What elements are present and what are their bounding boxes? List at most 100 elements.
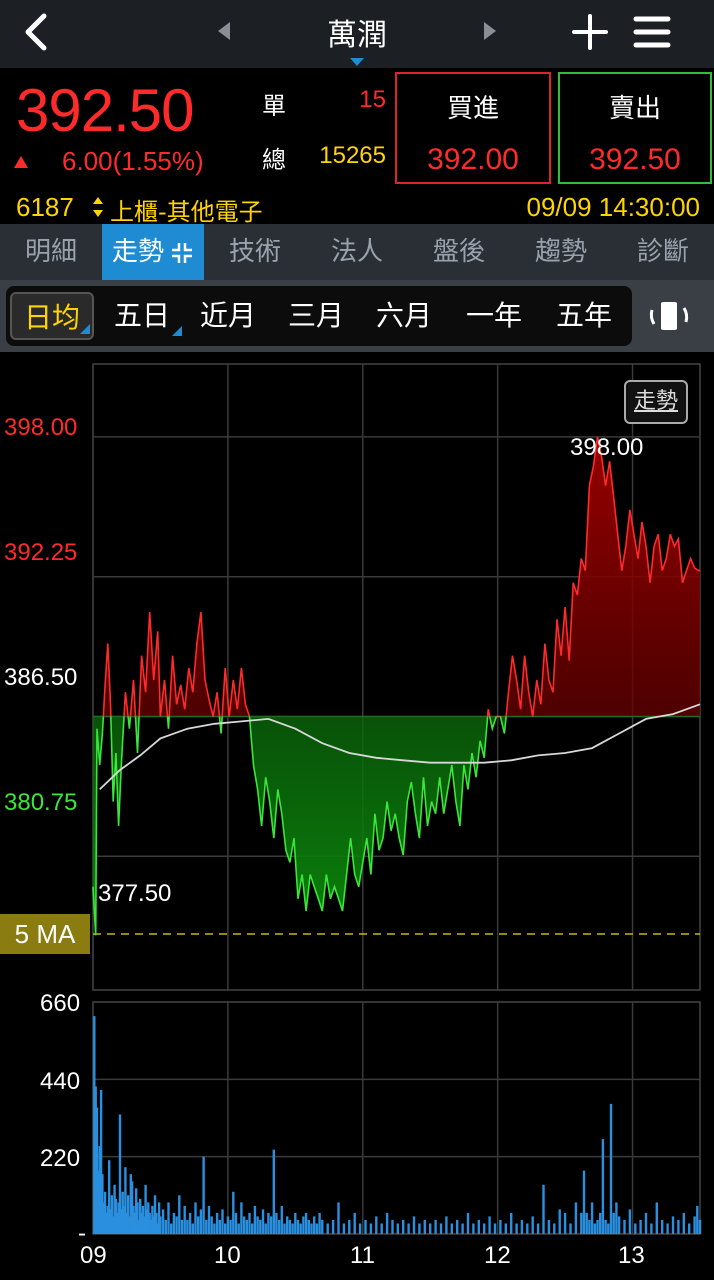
x-tick-label: 10 [214,1242,241,1269]
volume-bar [666,1223,669,1234]
quote-timestamp: 09/09 14:30:00 [526,192,701,222]
period-6month[interactable]: 六月 [362,292,446,340]
period-selector: 日均 五日 近月 三月 六月 一年 五年 [6,286,632,346]
volume-bar [580,1212,583,1234]
volume-bar [609,1103,613,1234]
volume-bar [623,1219,626,1234]
title-dropdown-caret-icon[interactable] [350,58,364,66]
volume-bar [210,1216,213,1234]
rotate-screen-icon[interactable] [646,294,692,338]
volume-bar [221,1209,224,1234]
period-3month[interactable]: 三月 [274,292,358,340]
volume-bar [240,1202,243,1234]
volume-bar [277,1219,281,1234]
volume-bar [164,1219,167,1234]
menu-icon[interactable] [632,12,672,52]
tab-trend[interactable]: 走勢 [102,224,204,280]
volume-bar [337,1202,340,1234]
volume-bar [161,1209,165,1234]
next-stock-icon[interactable] [480,20,500,42]
volume-bar [348,1219,351,1234]
period-5year[interactable]: 五年 [542,292,626,340]
period-intraday[interactable]: 日均 [10,292,94,340]
volume-bar [283,1223,286,1234]
volume-bar [159,1216,162,1234]
tab-diagnosis[interactable]: 診斷 [612,224,714,280]
volume-bar [655,1202,658,1234]
sell-button[interactable]: 賣出 392.50 [558,72,712,184]
stock-app: 萬潤 392.50 6.00(1.55%) 單 15 總 15265 買進 39… [0,0,714,1280]
tab-technical[interactable]: 技術 [204,224,306,280]
intraday-chart[interactable]: 398.00 392.25 386.50 380.75 走勢 398.00 37… [0,352,714,1280]
volume-bar [256,1216,259,1234]
volume-bar [207,1205,211,1234]
volume-bar [596,1219,599,1234]
volume-bar [661,1219,664,1234]
volume-bar [178,1195,181,1234]
bid-price: 392.00 [427,143,519,176]
volume-bar [483,1223,486,1234]
y-tick-label: 386.50 [4,664,78,691]
period-5day[interactable]: 五日 [100,292,184,340]
volume-bar [585,1212,588,1234]
volume-bar [612,1212,615,1234]
volume-bar [280,1205,283,1234]
volume-bar [358,1223,362,1234]
volume-bar [418,1223,421,1234]
compress-icon[interactable] [170,241,194,265]
volume-bar [466,1212,470,1234]
volume-bar [456,1219,459,1234]
volume-bar [272,1149,275,1234]
volume-bar [563,1212,567,1234]
updown-arrow-icon [93,197,103,217]
volume-bar [321,1219,324,1234]
volume-bar [536,1223,540,1234]
volume-bar [291,1223,294,1234]
volume-bar [582,1170,586,1234]
volume-bar [226,1216,230,1234]
volume-bar [547,1219,551,1234]
volume-bar [439,1223,443,1234]
volume-bar [639,1219,642,1234]
volume-bar [385,1212,389,1234]
add-watchlist-icon[interactable] [570,12,610,52]
period-1year[interactable]: 一年 [452,292,536,340]
volume-bar [331,1219,335,1234]
previous-stock-icon[interactable] [214,20,234,42]
volume-bar [607,1223,610,1234]
volume-bar [224,1223,227,1234]
volume-bar [504,1223,507,1234]
volume-bar [191,1223,194,1234]
volume-bar [205,1219,208,1234]
low-annotation: 377.50 [98,880,172,907]
volume-bar [698,1219,702,1234]
volume-bar [269,1216,273,1234]
tab-trends[interactable]: 趨勢 [510,224,612,280]
buy-button[interactable]: 買進 392.00 [395,72,551,184]
tab-institutional[interactable]: 法人 [306,224,408,280]
volume-bar [180,1219,184,1234]
tab-after-hours[interactable]: 盤後 [408,224,510,280]
volume-bar [234,1212,238,1234]
last-price: 392.50 [16,77,195,144]
volume-bar [412,1216,416,1234]
volume-bar [677,1219,680,1234]
volume-bar [634,1223,637,1234]
volume-bar [423,1219,426,1234]
market-category: 上櫃-其他電子 [110,198,263,226]
volume-bar [499,1219,502,1234]
period-1month[interactable]: 近月 [186,292,270,340]
trend-toggle-button[interactable]: 走勢 [624,380,688,424]
ma-tag[interactable]: 5 MA [0,914,90,954]
volume-bar [313,1216,316,1234]
back-chevron-icon[interactable] [18,12,58,52]
volume-bar [302,1216,305,1234]
volume-bar [407,1223,410,1234]
volume-bar [275,1212,278,1234]
tab-detail[interactable]: 明細 [0,224,102,280]
volume-bar [628,1209,632,1234]
ask-price: 392.50 [589,143,681,176]
buy-label: 買進 [446,94,499,124]
volume-bar [644,1212,648,1234]
volume-bar [375,1216,378,1234]
